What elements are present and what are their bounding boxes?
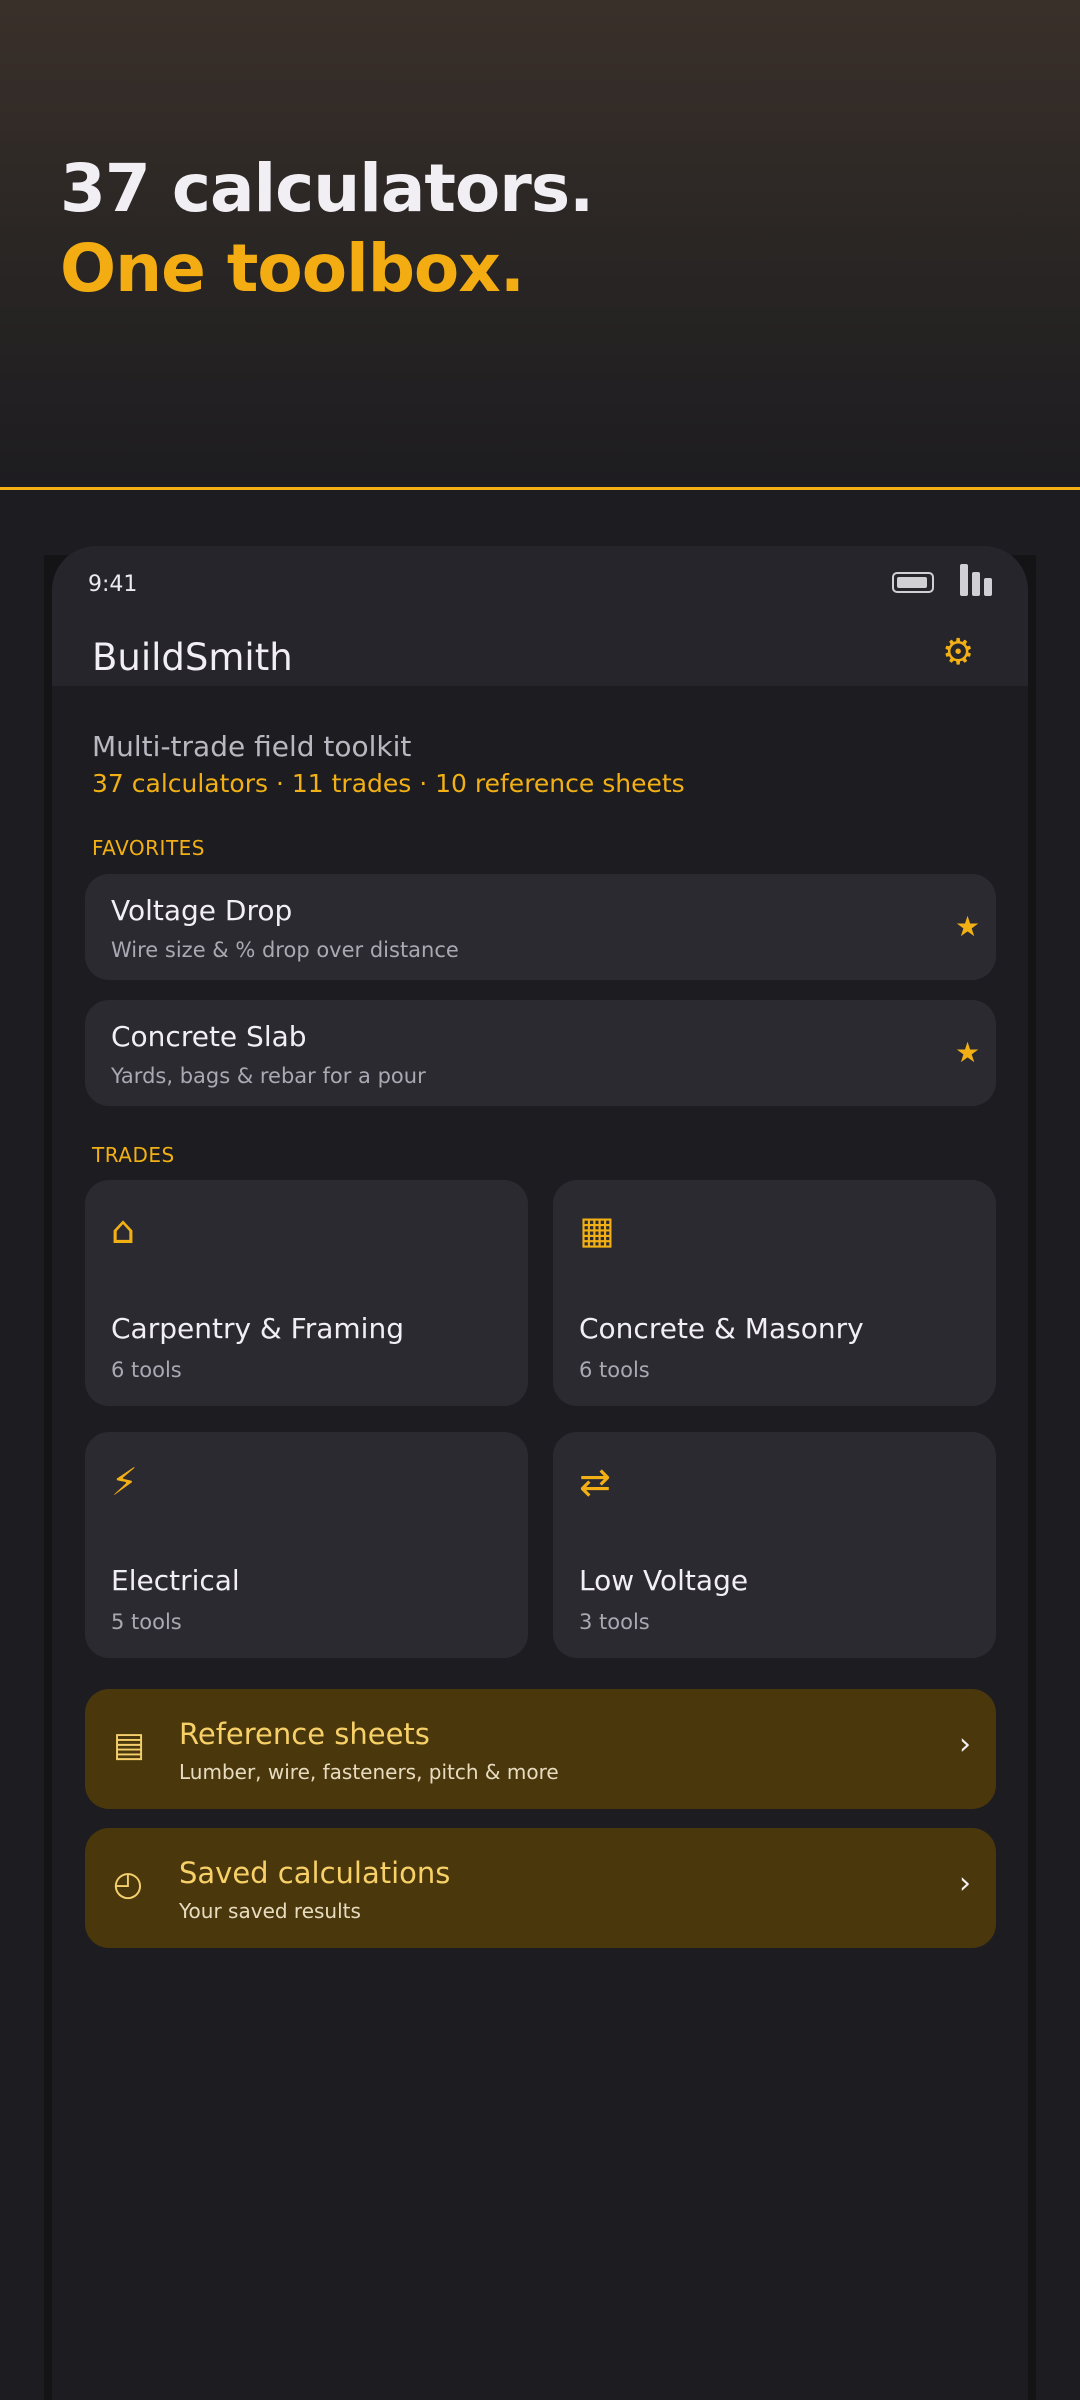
reference-sheets-button[interactable]: ▤ Reference sheets Lumber, wire, fastene… — [85, 1689, 996, 1809]
trade-tool-count: 3 tools — [579, 1610, 650, 1634]
clock-icon: ◴ — [113, 1864, 143, 1904]
trade-title: Low Voltage — [579, 1564, 749, 1597]
favorite-title: Concrete Slab — [111, 1020, 307, 1053]
favorite-title: Voltage Drop — [111, 894, 293, 927]
settings-gear-icon[interactable]: ⚙ — [942, 632, 974, 673]
favorite-subtitle: Wire size & % drop over distance — [111, 938, 459, 962]
trade-card-carpentry[interactable]: ⌂ Carpentry & Framing 6 tools — [85, 1180, 528, 1406]
link-title: Reference sheets — [179, 1717, 430, 1751]
trade-tool-count: 6 tools — [111, 1358, 182, 1382]
toolkit-stats: 37 calculators · 11 trades · 10 referenc… — [92, 769, 685, 798]
hero-headline: 37 calculators. — [60, 150, 594, 227]
hero-banner: 37 calculators. One toolbox. — [0, 0, 1080, 490]
app-title: BuildSmith — [92, 636, 293, 679]
arrows-exchange-icon: ⇄ — [579, 1460, 611, 1504]
lightning-icon: ⚡ — [111, 1460, 138, 1504]
signal-icon — [960, 564, 992, 596]
trade-card-concrete-masonry[interactable]: ▦ Concrete & Masonry 6 tools — [553, 1180, 996, 1406]
favorite-subtitle: Yards, bags & rebar for a pour — [111, 1064, 426, 1088]
chevron-right-icon: › — [959, 1727, 971, 1762]
link-title: Saved calculations — [179, 1856, 451, 1890]
battery-icon — [892, 572, 934, 593]
link-subtitle: Your saved results — [179, 1899, 361, 1923]
star-icon[interactable]: ★ — [955, 910, 980, 943]
app-header: 9:41 BuildSmith ⚙ — [52, 546, 1028, 686]
trade-tool-count: 5 tools — [111, 1610, 182, 1634]
hero-tagline: One toolbox. — [60, 230, 525, 307]
star-icon[interactable]: ★ — [955, 1036, 980, 1069]
trade-title: Concrete & Masonry — [579, 1312, 864, 1345]
favorites-section-label: FAVORITES — [92, 836, 205, 860]
phone-screen: 9:41 BuildSmith ⚙ Multi-trade field tool… — [52, 546, 1028, 2400]
favorite-card-concrete-slab[interactable]: Concrete Slab Yards, bags & rebar for a … — [85, 1000, 996, 1106]
saved-calculations-button[interactable]: ◴ Saved calculations Your saved results … — [85, 1828, 996, 1948]
toolkit-subtitle: Multi-trade field toolkit — [92, 730, 412, 763]
brick-grid-icon: ▦ — [579, 1208, 615, 1252]
trades-section-label: TRADES — [92, 1143, 175, 1167]
house-icon: ⌂ — [111, 1208, 136, 1252]
trade-title: Electrical — [111, 1564, 240, 1597]
trade-title: Carpentry & Framing — [111, 1312, 404, 1345]
document-list-icon: ▤ — [113, 1725, 146, 1765]
status-time: 9:41 — [88, 572, 138, 597]
trade-tool-count: 6 tools — [579, 1358, 650, 1382]
chevron-right-icon: › — [959, 1866, 971, 1901]
trade-card-electrical[interactable]: ⚡ Electrical 5 tools — [85, 1432, 528, 1658]
favorite-card-voltage-drop[interactable]: Voltage Drop Wire size & % drop over dis… — [85, 874, 996, 980]
link-subtitle: Lumber, wire, fasteners, pitch & more — [179, 1760, 559, 1784]
trade-card-low-voltage[interactable]: ⇄ Low Voltage 3 tools — [553, 1432, 996, 1658]
